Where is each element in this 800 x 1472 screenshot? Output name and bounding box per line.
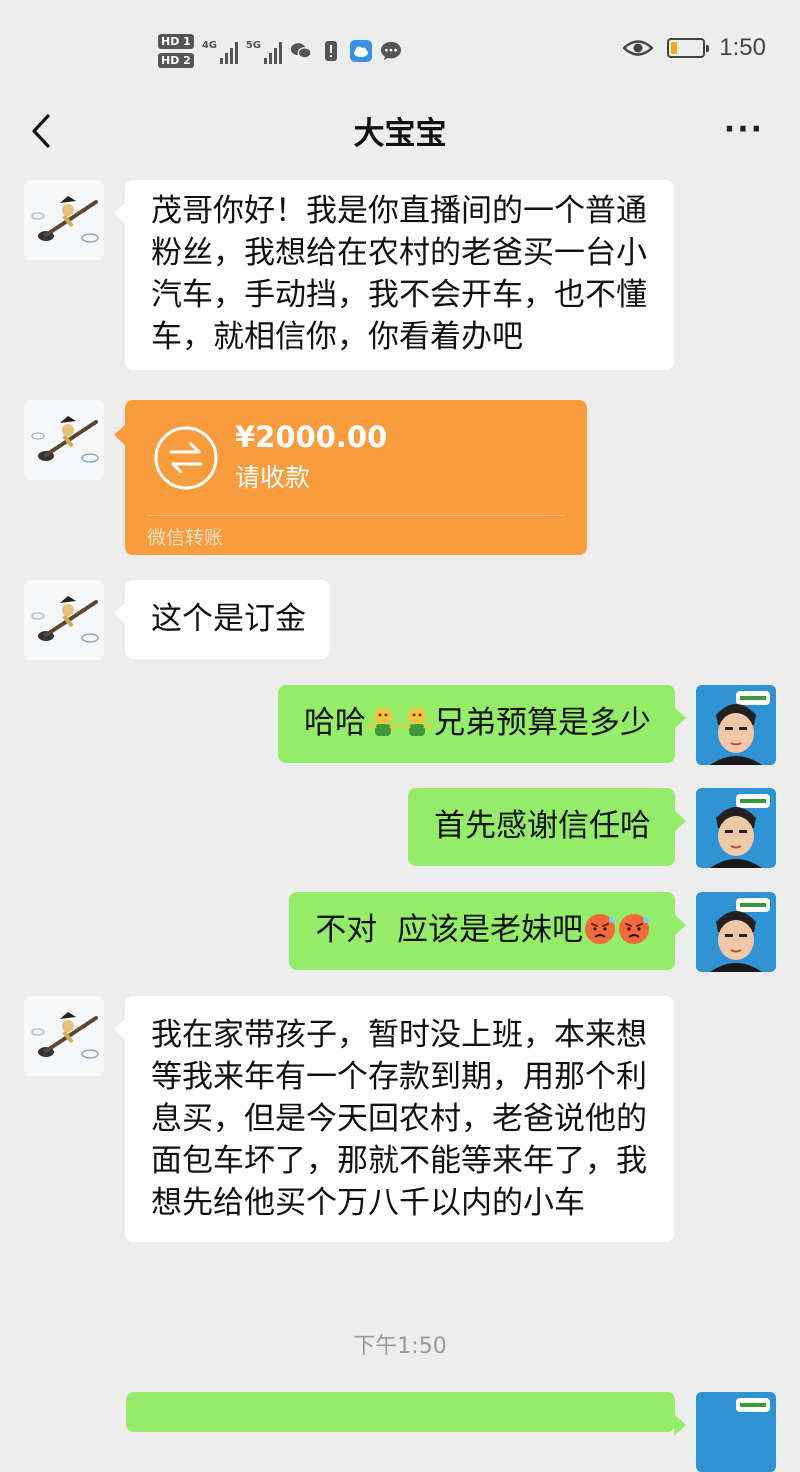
message-timestamp: 下午1:50 (353, 1334, 447, 1359)
contact-avatar[interactable] (24, 180, 104, 260)
hd-indicators: HD 1 HD 2 (158, 34, 194, 68)
message-bubble-sent[interactable]: 哈哈 兄弟预算是多少 (278, 685, 686, 763)
transfer-status: 请收款 (235, 463, 311, 492)
angry-emoji-icon (585, 914, 615, 944)
transfer-divider (147, 515, 565, 516)
message-text: 茂哥你好！我是你直播间的一个普通粉丝，我想给在农村的老爸买一台小汽车，手动挡，我… (151, 193, 647, 355)
message-icon (380, 40, 402, 62)
status-left-icons: HD 1 HD 2 4G 5G (158, 30, 402, 72)
hd1-badge: HD 1 (158, 34, 194, 49)
more-dots-icon[interactable]: ··· (724, 115, 764, 145)
message-bubble-received[interactable]: 这个是订金 (114, 580, 330, 659)
signal-icon: 4G (202, 38, 238, 64)
status-right-icons: 1:50 (623, 34, 766, 62)
wechat-icon (290, 40, 312, 62)
self-avatar[interactable] (696, 1392, 776, 1472)
message-text: 首先感谢信任哈 (434, 808, 651, 844)
transfer-amount: ¥2000.00 (235, 420, 388, 454)
self-avatar[interactable] (696, 788, 776, 868)
angry-emoji-icon (619, 914, 649, 944)
contact-avatar[interactable] (24, 400, 104, 480)
message-text-prefix: 哈哈 (304, 705, 366, 741)
transfer-card[interactable]: ¥2000.00 请收款 微信转账 (114, 400, 587, 555)
alert-icon (320, 40, 342, 62)
signal2-label: 5G (245, 40, 261, 51)
chat-title: 大宝宝 (353, 116, 447, 152)
signal-icon-2: 5G (246, 38, 282, 64)
status-bar: HD 1 HD 2 4G 5G 1:50 (0, 0, 800, 100)
battery-fill (671, 42, 678, 54)
transfer-footer: 微信转账 (147, 527, 224, 549)
message-bubble-sent-partial[interactable] (126, 1392, 686, 1436)
contact-avatar[interactable] (24, 580, 104, 660)
message-text-suffix: 兄弟预算是多少 (434, 705, 651, 741)
message-bubble-sent[interactable]: 不对 应该是老妹吧 (289, 892, 686, 970)
contact-avatar[interactable] (24, 996, 104, 1076)
message-bubble-received[interactable]: 茂哥你好！我是你直播间的一个普通粉丝，我想给在农村的老爸买一台小汽车，手动挡，我… (114, 180, 674, 370)
cloud-app-icon (349, 40, 372, 62)
signal1-label: 4G (201, 40, 217, 51)
message-text: 这个是订金 (151, 601, 306, 637)
eye-comfort-icon (623, 40, 654, 56)
message-bubble-received[interactable]: 我在家带孩子，暂时没上班，本来想等我来年有一个存款到期，用那个利息买，但是今天回… (114, 996, 674, 1242)
self-avatar[interactable] (696, 892, 776, 972)
chat-header: 大宝宝 ··· (0, 100, 800, 162)
message-text: 我在家带孩子，暂时没上班，本来想等我来年有一个存款到期，用那个利息买，但是今天回… (151, 1017, 647, 1221)
shrug-emoji-icon (401, 707, 433, 736)
message-bubble-sent[interactable]: 首先感谢信任哈 (408, 788, 686, 866)
message-text: 不对 应该是老妹吧 (315, 912, 583, 948)
transfer-arrows-icon (154, 426, 218, 490)
battery-icon (667, 38, 710, 58)
shrug-emoji-icon (367, 707, 399, 736)
status-time: 1:50 (719, 34, 766, 61)
self-avatar[interactable] (696, 685, 776, 765)
hd2-badge: HD 2 (158, 53, 194, 68)
